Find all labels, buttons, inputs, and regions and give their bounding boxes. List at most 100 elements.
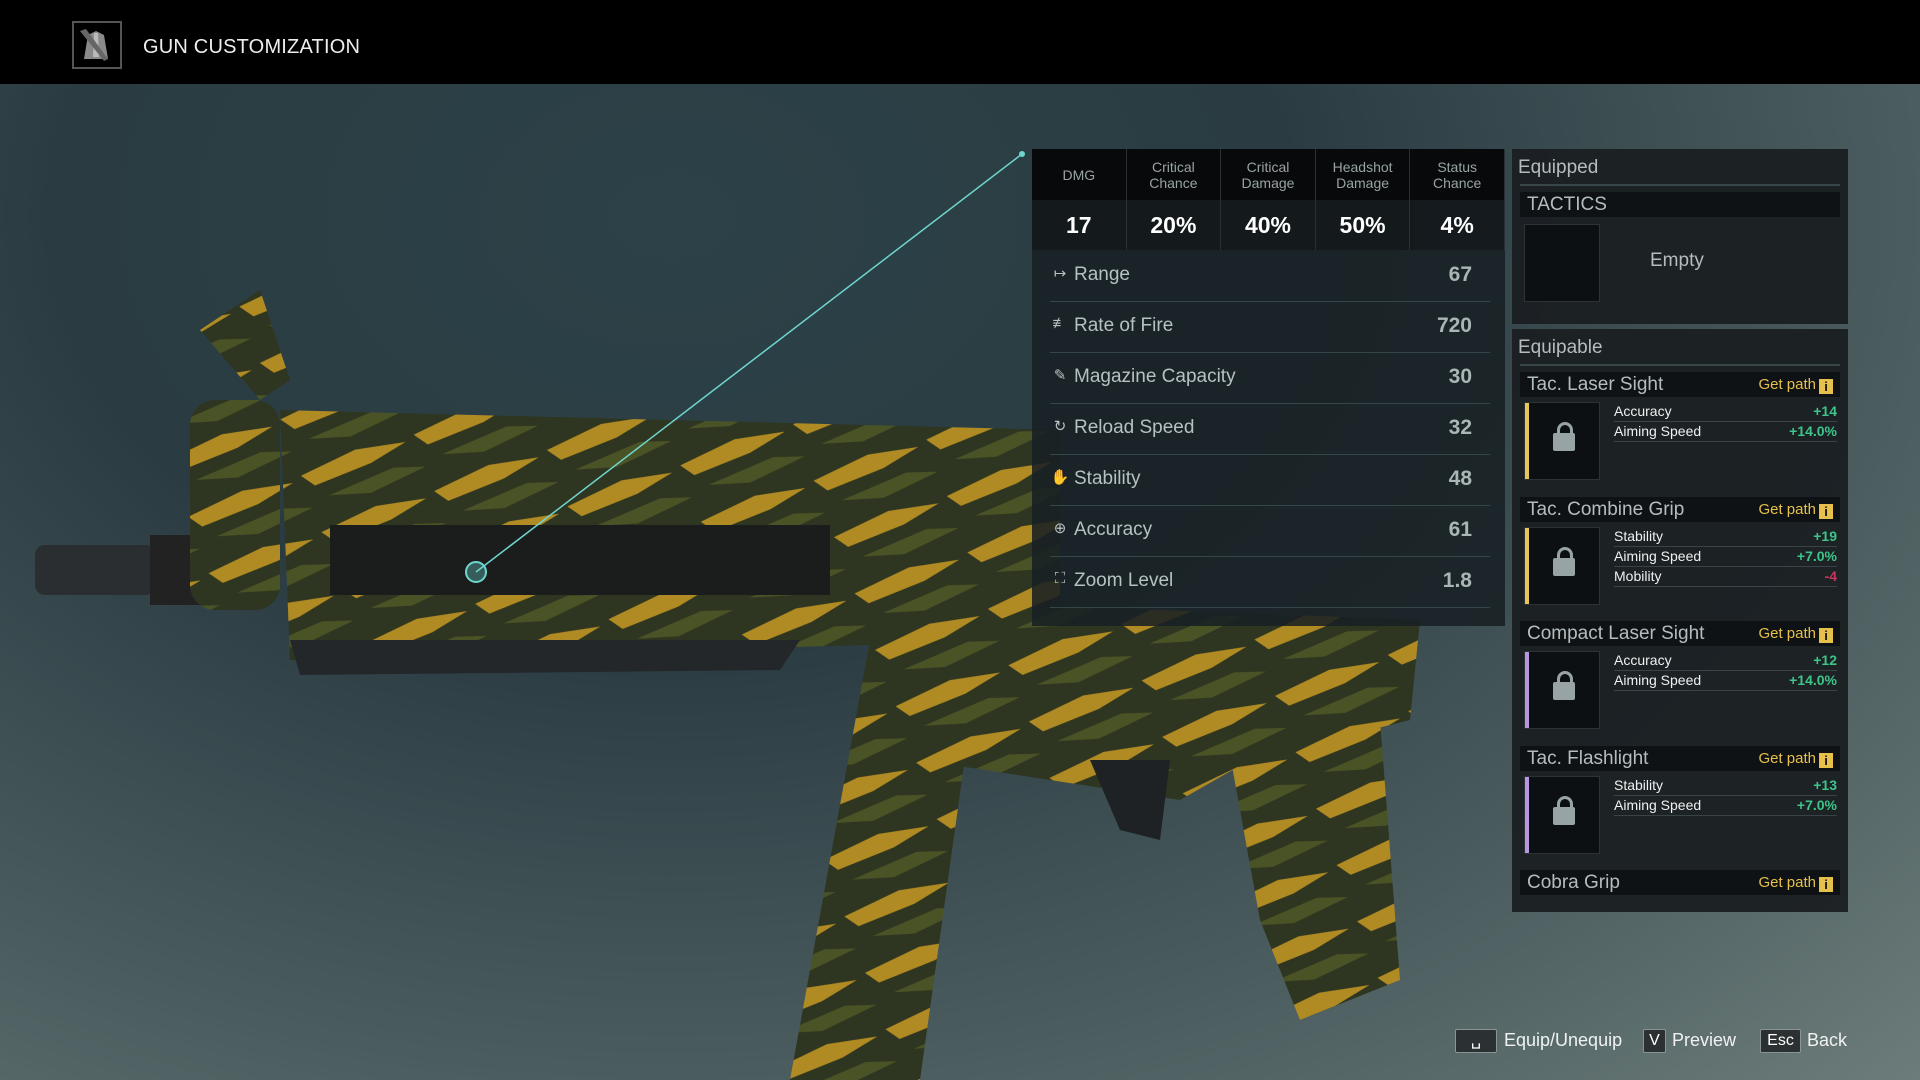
stat-value: 20% (1127, 200, 1222, 250)
stat-header: DMG (1032, 149, 1127, 200)
stat-value: 50% (1316, 200, 1411, 250)
divider (1520, 364, 1840, 366)
hint-label[interactable]: Equip/Unequip (1504, 1030, 1622, 1051)
rarity-bar (1525, 652, 1529, 728)
attachment-stat-row: Aiming Speed +7.0% (1614, 546, 1837, 567)
zoom-icon: ⛶ (1054, 570, 1066, 587)
stat-delta: -4 (1824, 568, 1837, 585)
stat-delta: +14 (1813, 403, 1837, 419)
stat-row: ⛶ Zoom Level 1.8 (1050, 556, 1490, 608)
get-path-button[interactable]: Get path i (1758, 625, 1833, 643)
stats-values-row: 17 20% 40% 50% 4% (1032, 200, 1505, 250)
stat-label: Range (1074, 264, 1130, 285)
stat-delta: +13 (1813, 776, 1837, 793)
attachment-header[interactable]: Tac. Laser Sight Get path i (1520, 372, 1840, 397)
attachment-stat-row: Aiming Speed +14.0% (1614, 421, 1837, 443)
lock-icon (1553, 671, 1575, 700)
stat-name: Accuracy (1614, 652, 1672, 668)
get-path-button[interactable]: Get path i (1758, 750, 1833, 768)
stat-label: Accuracy (1074, 519, 1153, 540)
rate-of-fire-icon: ≢ (1052, 315, 1068, 332)
key-space[interactable]: ␣ (1455, 1029, 1497, 1053)
stat-delta: +7.0% (1796, 796, 1837, 813)
stat-value: 720 (1436, 314, 1472, 337)
stat-value: 32 (1448, 416, 1472, 439)
lock-icon (1553, 795, 1575, 825)
attachment-header[interactable]: Compact Laser Sight Get path i (1520, 621, 1840, 646)
attachment-name: Tac. Laser Sight (1527, 374, 1664, 395)
tactics-slot[interactable] (1524, 224, 1600, 302)
info-icon[interactable]: i (1819, 628, 1833, 643)
stability-icon: ✋ (1050, 469, 1070, 486)
info-icon[interactable]: i (1819, 379, 1833, 394)
gun-customization-icon (72, 21, 122, 69)
get-path-link[interactable]: Get path (1758, 625, 1816, 642)
stat-delta: +14.0% (1789, 672, 1837, 689)
stat-name: Aiming Speed (1614, 672, 1702, 689)
stat-name: Stability (1614, 776, 1664, 793)
attachment-point-marker (465, 561, 487, 583)
attachment-thumbnail[interactable] (1524, 651, 1600, 729)
top-bar: GUN CUSTOMIZATION (0, 0, 1920, 84)
crosshair-icon: ⊕ (1053, 520, 1067, 537)
stat-row: ≢ Rate of Fire 720 (1050, 301, 1490, 353)
stat-delta: +14.0% (1789, 423, 1837, 440)
slot-empty-label: Empty (1650, 250, 1704, 271)
key-esc[interactable]: Esc (1760, 1029, 1801, 1053)
divider (1520, 184, 1840, 186)
get-path-button[interactable]: Get path i (1758, 376, 1833, 394)
attachment-thumbnail[interactable] (1524, 402, 1600, 480)
stat-value: 4% (1410, 200, 1505, 250)
hint-label[interactable]: Preview (1672, 1030, 1736, 1051)
stat-name: Accuracy (1614, 403, 1672, 419)
hint-label[interactable]: Back (1807, 1030, 1847, 1051)
stat-name: Aiming Speed (1614, 423, 1702, 440)
get-path-button[interactable]: Get path i (1758, 501, 1833, 519)
get-path-link[interactable]: Get path (1758, 874, 1816, 891)
stat-label: Stability (1074, 468, 1141, 489)
key-v[interactable]: V (1643, 1029, 1666, 1053)
get-path-link[interactable]: Get path (1758, 750, 1816, 767)
rarity-bar (1525, 403, 1529, 479)
attachment-stat-row: Stability +13 (1614, 775, 1837, 796)
stat-row: ✋ Stability 48 (1050, 454, 1490, 506)
stat-row: ⊕ Accuracy 61 (1050, 505, 1490, 557)
attachment-thumbnail[interactable] (1524, 526, 1600, 605)
attachment-thumbnail[interactable] (1524, 775, 1600, 854)
stat-label: Rate of Fire (1074, 315, 1174, 336)
stats-header-row: DMG Critical Chance Critical Damage Headshot D… (1032, 149, 1505, 200)
range-icon: ↦ (1053, 265, 1067, 282)
get-path-link[interactable]: Get path (1758, 376, 1816, 393)
attachment-name: Tac. Flashlight (1527, 747, 1649, 769)
stat-header: Status Chance (1410, 149, 1505, 200)
equipable-panel: Equipable Tac. Laser Sight Get path i Accur… (1512, 329, 1848, 912)
attachment-name: Compact Laser Sight (1527, 623, 1705, 644)
stat-value: 48 (1448, 467, 1472, 490)
get-path-link[interactable]: Get path (1758, 501, 1816, 518)
get-path-button[interactable]: Get path i (1758, 874, 1833, 892)
attachment-name: Tac. Combine Grip (1527, 498, 1685, 520)
slot-name: TACTICS (1527, 194, 1607, 215)
equipable-title: Equipable (1518, 337, 1603, 358)
attachment-stat-row: Accuracy +12 (1614, 650, 1837, 671)
equipped-panel: Equipped TACTICS Empty (1512, 149, 1848, 324)
tactics-slot-header: TACTICS (1520, 192, 1840, 217)
magazine-icon: ✎ (1053, 367, 1067, 384)
stat-row: ✎ Magazine Capacity 30 (1050, 352, 1490, 404)
stat-name: Mobility (1614, 568, 1662, 585)
stat-name: Aiming Speed (1614, 547, 1702, 564)
attachment-stat-row: Mobility -4 (1614, 566, 1837, 588)
info-icon[interactable]: i (1819, 503, 1833, 519)
rarity-bar (1525, 527, 1529, 604)
info-icon[interactable]: i (1819, 752, 1833, 768)
stat-value: 17 (1032, 200, 1127, 250)
stat-row: ↦ Range 67 (1050, 250, 1490, 302)
stat-label: Zoom Level (1074, 570, 1174, 591)
attachment-header[interactable]: Cobra Grip Get path i (1520, 870, 1840, 895)
info-icon[interactable]: i (1819, 877, 1833, 892)
stat-row: ↻ Reload Speed 32 (1050, 403, 1490, 455)
attachment-header[interactable]: Tac. Combine Grip Get path i (1520, 496, 1840, 522)
attachment-header[interactable]: Tac. Flashlight Get path i (1520, 745, 1840, 771)
attachment-stat-row: Accuracy +14 (1614, 401, 1837, 422)
equipped-title: Equipped (1518, 157, 1599, 178)
